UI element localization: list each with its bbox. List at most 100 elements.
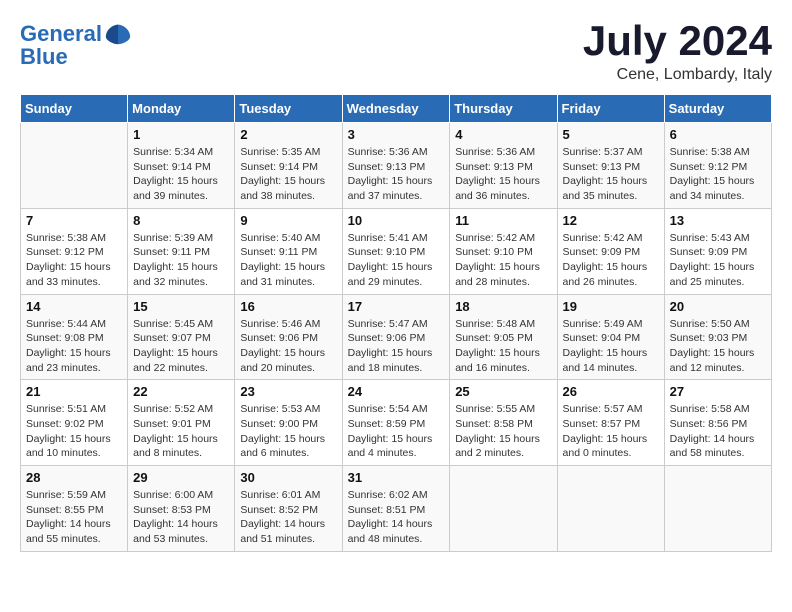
day-cell: 30Sunrise: 6:01 AM Sunset: 8:52 PM Dayli… (235, 466, 342, 552)
col-header-monday: Monday (128, 95, 235, 123)
day-info: Sunrise: 5:38 AM Sunset: 9:12 PM Dayligh… (26, 231, 122, 290)
day-number: 17 (348, 299, 445, 314)
day-number: 16 (240, 299, 336, 314)
day-info: Sunrise: 5:51 AM Sunset: 9:02 PM Dayligh… (26, 402, 122, 461)
day-number: 29 (133, 470, 229, 485)
day-info: Sunrise: 5:42 AM Sunset: 9:10 PM Dayligh… (455, 231, 551, 290)
logo-text: General (20, 22, 102, 46)
day-number: 31 (348, 470, 445, 485)
day-info: Sunrise: 5:46 AM Sunset: 9:06 PM Dayligh… (240, 317, 336, 376)
day-number: 22 (133, 384, 229, 399)
day-cell (450, 466, 557, 552)
week-row-4: 21 Sunrise: 5:51 AM Sunset: 9:02 PM Dayli… (21, 380, 772, 466)
day-info: Sunrise: 5:54 AM Sunset: 8:59 PM Dayligh… (348, 402, 445, 461)
day-info: Sunrise: 5:36 AM Sunset: 9:13 PM Dayligh… (348, 145, 445, 204)
day-cell: 1Sunrise: 5:34 AM Sunset: 9:14 PM Daylig… (128, 123, 235, 209)
col-header-friday: Friday (557, 95, 664, 123)
day-info: Sunrise: 5:34 AM Sunset: 9:14 PM Dayligh… (133, 145, 229, 204)
day-number: 23 (240, 384, 336, 399)
day-cell: 9 Sunrise: 5:40 AM Sunset: 9:11 PM Daylig… (235, 208, 342, 294)
day-cell: 10 Sunrise: 5:41 AM Sunset: 9:10 PM Dayli… (342, 208, 450, 294)
day-number: 27 (670, 384, 766, 399)
col-header-saturday: Saturday (664, 95, 771, 123)
day-cell: 15 Sunrise: 5:45 AM Sunset: 9:07 PM Dayli… (128, 294, 235, 380)
day-number: 4 (455, 127, 551, 142)
day-number: 10 (348, 213, 445, 228)
day-info: Sunrise: 5:49 AM Sunset: 9:04 PM Dayligh… (563, 317, 659, 376)
day-info: Sunrise: 5:48 AM Sunset: 9:05 PM Dayligh… (455, 317, 551, 376)
day-number: 5 (563, 127, 659, 142)
col-header-sunday: Sunday (21, 95, 128, 123)
day-cell: 20Sunrise: 5:50 AM Sunset: 9:03 PM Dayli… (664, 294, 771, 380)
col-header-wednesday: Wednesday (342, 95, 450, 123)
day-cell: 3 Sunrise: 5:36 AM Sunset: 9:13 PM Daylig… (342, 123, 450, 209)
day-number: 8 (133, 213, 229, 228)
day-cell: 29Sunrise: 6:00 AM Sunset: 8:53 PM Dayli… (128, 466, 235, 552)
day-cell (21, 123, 128, 209)
day-info: Sunrise: 5:36 AM Sunset: 9:13 PM Dayligh… (455, 145, 551, 204)
day-number: 11 (455, 213, 551, 228)
day-number: 13 (670, 213, 766, 228)
day-number: 20 (670, 299, 766, 314)
day-info: Sunrise: 6:02 AM Sunset: 8:51 PM Dayligh… (348, 488, 445, 547)
day-number: 15 (133, 299, 229, 314)
day-info: Sunrise: 5:42 AM Sunset: 9:09 PM Dayligh… (563, 231, 659, 290)
day-cell: 28Sunrise: 5:59 AM Sunset: 8:55 PM Dayli… (21, 466, 128, 552)
week-row-3: 14 Sunrise: 5:44 AM Sunset: 9:08 PM Dayli… (21, 294, 772, 380)
day-cell: 25Sunrise: 5:55 AM Sunset: 8:58 PM Dayli… (450, 380, 557, 466)
header: General Blue July 2024 Cene, Lombardy, I… (20, 20, 772, 84)
day-cell: 4 Sunrise: 5:36 AM Sunset: 9:13 PM Daylig… (450, 123, 557, 209)
day-number: 28 (26, 470, 122, 485)
day-cell: 23Sunrise: 5:53 AM Sunset: 9:00 PM Dayli… (235, 380, 342, 466)
day-info: Sunrise: 5:35 AM Sunset: 9:14 PM Dayligh… (240, 145, 336, 204)
day-number: 3 (348, 127, 445, 142)
day-cell: 11 Sunrise: 5:42 AM Sunset: 9:10 PM Dayli… (450, 208, 557, 294)
day-cell: 7 Sunrise: 5:38 AM Sunset: 9:12 PM Daylig… (21, 208, 128, 294)
day-info: Sunrise: 5:58 AM Sunset: 8:56 PM Dayligh… (670, 402, 766, 461)
calendar-table: SundayMondayTuesdayWednesdayThursdayFrid… (20, 94, 772, 552)
logo-blue: Blue (20, 44, 68, 70)
day-cell: 14 Sunrise: 5:44 AM Sunset: 9:08 PM Dayli… (21, 294, 128, 380)
day-number: 2 (240, 127, 336, 142)
header-row: SundayMondayTuesdayWednesdayThursdayFrid… (21, 95, 772, 123)
logo: General Blue (20, 20, 132, 70)
day-number: 18 (455, 299, 551, 314)
day-info: Sunrise: 5:47 AM Sunset: 9:06 PM Dayligh… (348, 317, 445, 376)
day-info: Sunrise: 5:38 AM Sunset: 9:12 PM Dayligh… (670, 145, 766, 204)
day-cell (557, 466, 664, 552)
logo-icon (104, 20, 132, 48)
day-number: 21 (26, 384, 122, 399)
day-number: 7 (26, 213, 122, 228)
day-info: Sunrise: 5:57 AM Sunset: 8:57 PM Dayligh… (563, 402, 659, 461)
col-header-tuesday: Tuesday (235, 95, 342, 123)
week-row-2: 7 Sunrise: 5:38 AM Sunset: 9:12 PM Daylig… (21, 208, 772, 294)
day-cell: 24 Sunrise: 5:54 AM Sunset: 8:59 PM Dayli… (342, 380, 450, 466)
day-number: 14 (26, 299, 122, 314)
month-title: July 2024 (583, 20, 772, 62)
day-info: Sunrise: 5:37 AM Sunset: 9:13 PM Dayligh… (563, 145, 659, 204)
day-info: Sunrise: 5:41 AM Sunset: 9:10 PM Dayligh… (348, 231, 445, 290)
day-cell: 13 Sunrise: 5:43 AM Sunset: 9:09 PM Dayli… (664, 208, 771, 294)
day-cell: 19Sunrise: 5:49 AM Sunset: 9:04 PM Dayli… (557, 294, 664, 380)
day-info: Sunrise: 5:44 AM Sunset: 9:08 PM Dayligh… (26, 317, 122, 376)
day-cell: 16 Sunrise: 5:46 AM Sunset: 9:06 PM Dayli… (235, 294, 342, 380)
day-info: Sunrise: 5:43 AM Sunset: 9:09 PM Dayligh… (670, 231, 766, 290)
week-row-5: 28Sunrise: 5:59 AM Sunset: 8:55 PM Dayli… (21, 466, 772, 552)
day-cell: 27 Sunrise: 5:58 AM Sunset: 8:56 PM Dayli… (664, 380, 771, 466)
day-number: 25 (455, 384, 551, 399)
title-area: July 2024 Cene, Lombardy, Italy (583, 20, 772, 84)
day-cell: 5 Sunrise: 5:37 AM Sunset: 9:13 PM Daylig… (557, 123, 664, 209)
day-cell: 21 Sunrise: 5:51 AM Sunset: 9:02 PM Dayli… (21, 380, 128, 466)
day-cell: 2 Sunrise: 5:35 AM Sunset: 9:14 PM Daylig… (235, 123, 342, 209)
day-info: Sunrise: 5:45 AM Sunset: 9:07 PM Dayligh… (133, 317, 229, 376)
day-number: 30 (240, 470, 336, 485)
day-number: 26 (563, 384, 659, 399)
day-number: 6 (670, 127, 766, 142)
day-number: 9 (240, 213, 336, 228)
day-cell: 6 Sunrise: 5:38 AM Sunset: 9:12 PM Daylig… (664, 123, 771, 209)
day-number: 24 (348, 384, 445, 399)
col-header-thursday: Thursday (450, 95, 557, 123)
day-info: Sunrise: 5:39 AM Sunset: 9:11 PM Dayligh… (133, 231, 229, 290)
day-info: Sunrise: 5:40 AM Sunset: 9:11 PM Dayligh… (240, 231, 336, 290)
day-number: 12 (563, 213, 659, 228)
